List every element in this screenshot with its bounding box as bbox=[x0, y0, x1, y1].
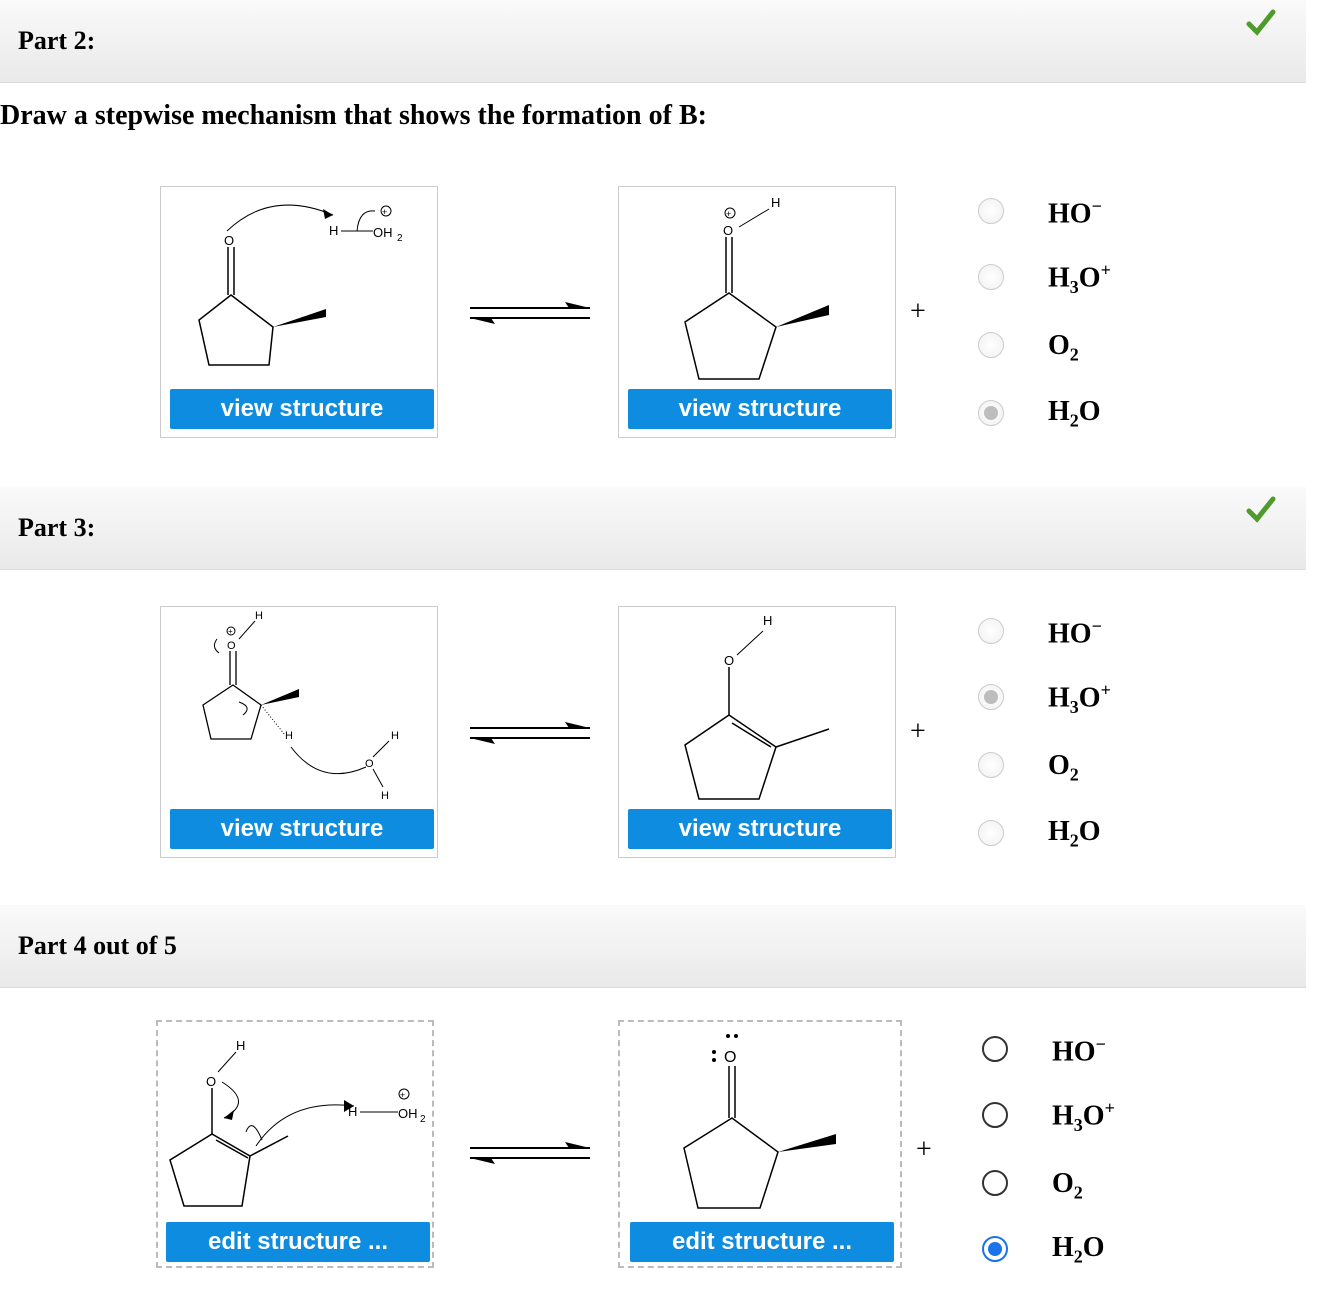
svg-text:H: H bbox=[285, 730, 293, 742]
view-structure-button[interactable]: view structure bbox=[170, 389, 434, 429]
option-hydronium[interactable]: H3O+ bbox=[1048, 260, 1111, 298]
part-2-header: Part 2: bbox=[0, 0, 1306, 83]
option-hydronium[interactable]: H3O+ bbox=[1048, 680, 1111, 718]
svg-text:H: H bbox=[236, 1038, 245, 1053]
equilibrium-arrows-icon bbox=[470, 722, 590, 744]
checkmark-icon bbox=[1246, 496, 1276, 523]
svg-text:+: + bbox=[382, 207, 387, 217]
molecule-drawing: O H H OH 2 + bbox=[169, 1038, 426, 1207]
part3-reactant-box[interactable]: O + H H O H H view structure bbox=[160, 606, 438, 858]
option-oxygen[interactable]: O2 bbox=[1048, 330, 1079, 366]
svg-text:OH: OH bbox=[373, 225, 393, 240]
option-oxygen[interactable]: O2 bbox=[1048, 750, 1079, 786]
radio-option[interactable] bbox=[982, 1102, 1008, 1128]
svg-text:O: O bbox=[227, 640, 236, 652]
option-water[interactable]: H2O bbox=[1048, 396, 1101, 432]
svg-text:2: 2 bbox=[397, 233, 403, 244]
plus-sign: + bbox=[910, 716, 926, 747]
svg-text:O: O bbox=[724, 1049, 736, 1066]
edit-structure-button[interactable]: edit structure ... bbox=[166, 1222, 430, 1262]
radio-option-selected[interactable] bbox=[982, 1236, 1008, 1262]
radio-option[interactable] bbox=[978, 820, 1004, 846]
radio-option-selected[interactable] bbox=[978, 400, 1004, 426]
part-2-title: Part 2: bbox=[18, 26, 96, 55]
radio-option[interactable] bbox=[982, 1036, 1008, 1062]
view-structure-button[interactable]: view structure bbox=[628, 809, 892, 849]
view-structure-button[interactable]: view structure bbox=[170, 809, 434, 849]
svg-text:+: + bbox=[726, 209, 731, 219]
equilibrium-arrows-icon bbox=[470, 302, 590, 324]
svg-text:H: H bbox=[329, 223, 338, 238]
molecule-drawing: O H bbox=[684, 613, 830, 800]
svg-text:O: O bbox=[723, 223, 733, 238]
radio-option[interactable] bbox=[978, 264, 1004, 290]
svg-text:H: H bbox=[255, 610, 263, 622]
view-structure-button[interactable]: view structure bbox=[628, 389, 892, 429]
molecule-drawing: O + H bbox=[684, 195, 829, 380]
part2-product-box[interactable]: O + H view structure bbox=[618, 186, 896, 438]
option-hydronium[interactable]: H3O+ bbox=[1052, 1098, 1115, 1136]
part-3-header: Part 3: bbox=[0, 487, 1306, 570]
part-4-title: Part 4 out of 5 bbox=[18, 931, 177, 960]
molecule-drawing: O + H H O H H bbox=[202, 610, 399, 802]
svg-text:O: O bbox=[206, 1074, 216, 1089]
svg-text:+: + bbox=[228, 627, 233, 636]
svg-text:H: H bbox=[348, 1104, 357, 1119]
svg-text:2: 2 bbox=[420, 1114, 426, 1125]
radio-option-selected[interactable] bbox=[978, 684, 1004, 710]
svg-text:O: O bbox=[224, 233, 234, 248]
molecule-drawing: O H OH 2 + bbox=[198, 204, 403, 366]
svg-text:+: + bbox=[400, 1090, 405, 1100]
part2-reactant-box[interactable]: O H OH 2 + view structure bbox=[160, 186, 438, 438]
svg-text:OH: OH bbox=[398, 1106, 418, 1121]
option-hydroxide[interactable]: HO− bbox=[1048, 196, 1102, 230]
part4-reactant-box[interactable]: O H H OH 2 + edit structure ... bbox=[156, 1020, 434, 1268]
radio-option[interactable] bbox=[978, 198, 1004, 224]
svg-text:H: H bbox=[763, 613, 772, 628]
question-text: Draw a stepwise mechanism that shows the… bbox=[0, 100, 707, 131]
radio-option[interactable] bbox=[978, 618, 1004, 644]
radio-option[interactable] bbox=[978, 332, 1004, 358]
svg-text:H: H bbox=[391, 730, 399, 742]
option-water[interactable]: H2O bbox=[1048, 816, 1101, 852]
option-oxygen[interactable]: O2 bbox=[1052, 1168, 1083, 1204]
radio-option[interactable] bbox=[978, 752, 1004, 778]
part-4-header: Part 4 out of 5 bbox=[0, 905, 1306, 988]
edit-structure-button[interactable]: edit structure ... bbox=[630, 1222, 894, 1262]
svg-text:H: H bbox=[381, 790, 389, 802]
checkmark-icon bbox=[1246, 9, 1276, 36]
svg-text:O: O bbox=[365, 758, 374, 770]
radio-option[interactable] bbox=[982, 1170, 1008, 1196]
part4-product-box[interactable]: O edit structure ... bbox=[618, 1020, 902, 1268]
equilibrium-arrows-icon bbox=[470, 1142, 590, 1164]
option-water[interactable]: H2O bbox=[1052, 1232, 1105, 1268]
part3-product-box[interactable]: O H view structure bbox=[618, 606, 896, 858]
plus-sign: + bbox=[916, 1134, 932, 1165]
option-hydroxide[interactable]: HO− bbox=[1052, 1034, 1106, 1068]
option-hydroxide[interactable]: HO− bbox=[1048, 616, 1102, 650]
molecule-drawing: O bbox=[683, 1034, 836, 1209]
part-3-title: Part 3: bbox=[18, 513, 96, 542]
plus-sign: + bbox=[910, 296, 926, 327]
svg-text:H: H bbox=[771, 195, 780, 210]
svg-text:O: O bbox=[724, 653, 734, 668]
